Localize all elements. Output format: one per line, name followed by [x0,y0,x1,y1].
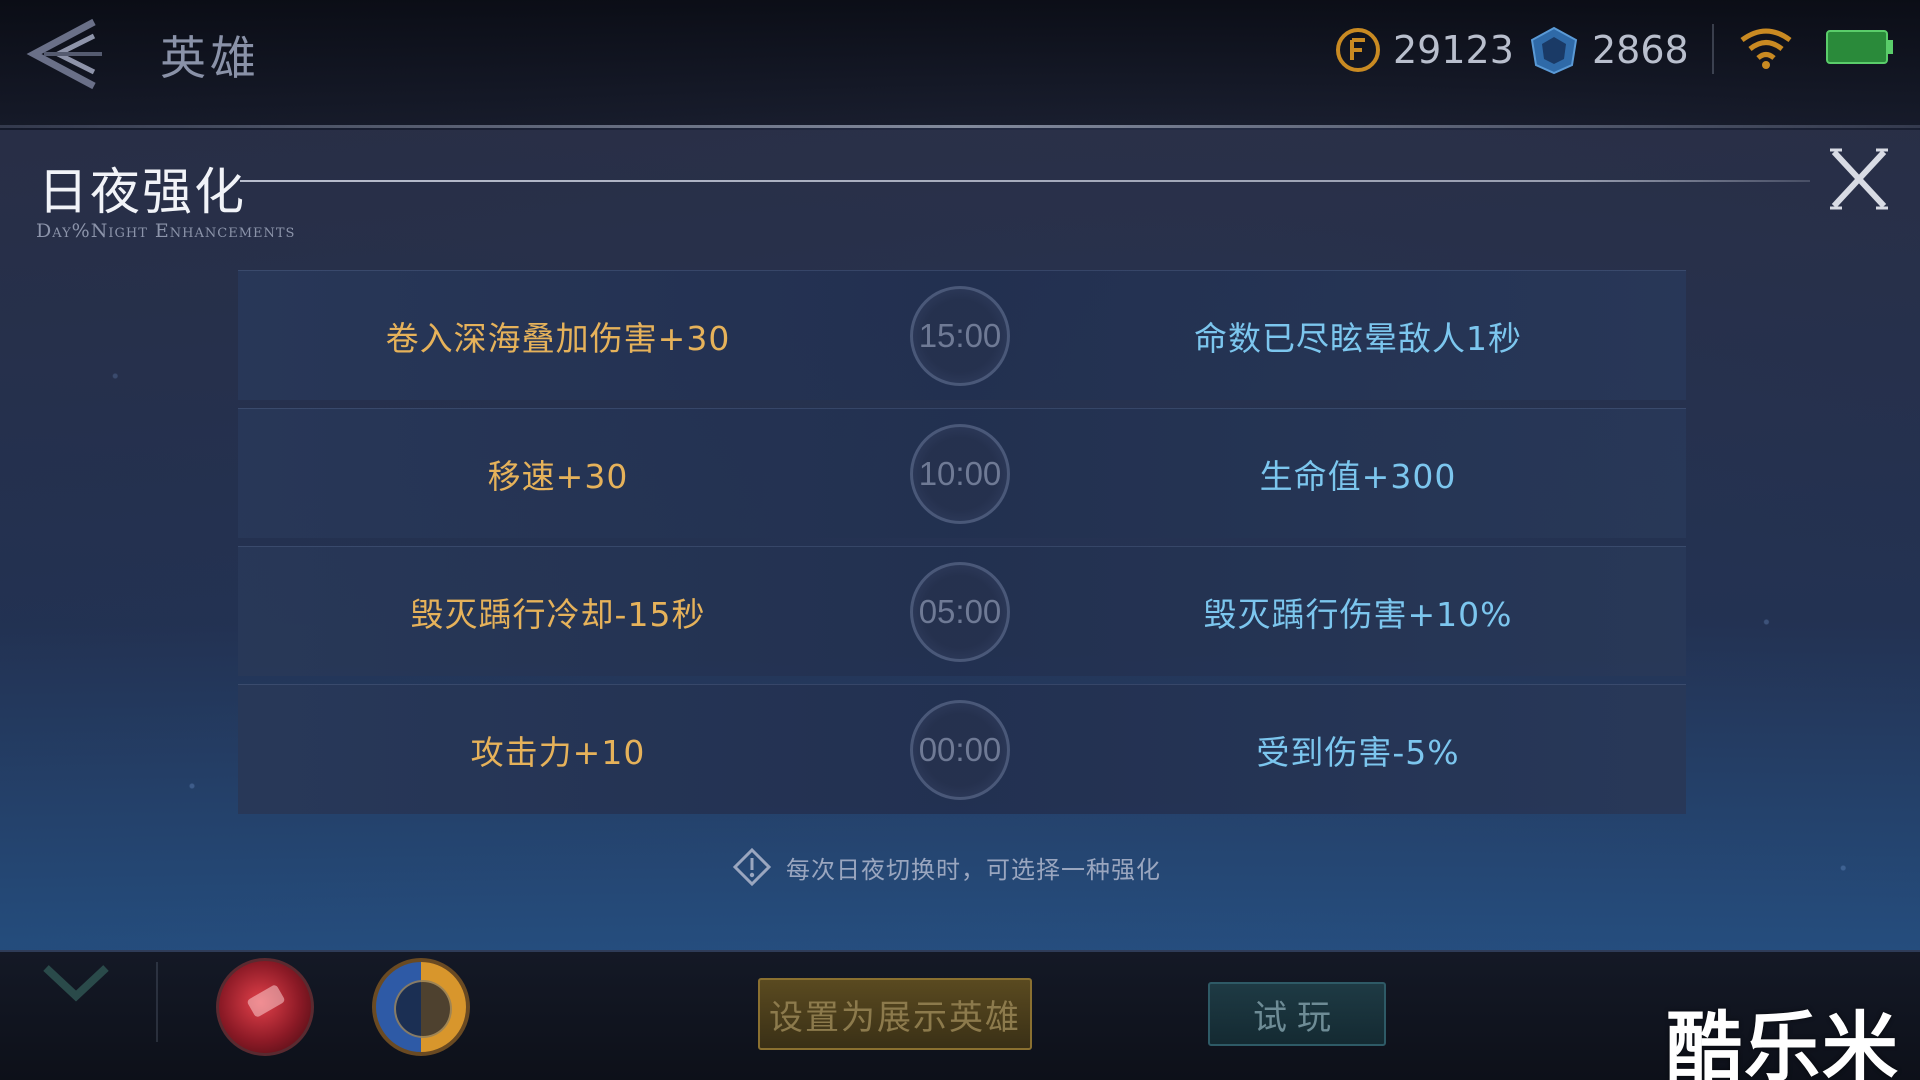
enhancement-row: 攻击力+10 00:00 受到伤害-5% [238,684,1686,814]
night-enhancement: 生命值+300 [1259,457,1457,496]
page-title: 英雄 [160,31,260,85]
time-marker: 15:00 [910,286,1010,386]
watermark: 酷乐米 [1666,1003,1900,1080]
gold-coin-icon [1336,28,1380,72]
wifi-icon [1740,28,1792,69]
bottom-bar: 设置为展示英雄 试玩 [0,950,1920,1080]
gem-amount: 2868 [1592,28,1689,72]
trial-button[interactable]: 试玩 [1208,982,1386,1046]
battery-icon [1826,30,1893,64]
close-button[interactable] [1826,146,1892,212]
set-showcase-hero-button[interactable]: 设置为展示英雄 [758,978,1032,1050]
time-marker: 00:00 [910,700,1010,800]
info-diamond-icon [732,847,772,887]
enhancement-row: 毁灭踽行冷却-15秒 05:00 毁灭踽行伤害+10% [238,546,1686,676]
divider [156,962,158,1042]
day-enhancement: 毁灭踽行冷却-15秒 [410,595,706,634]
hint-text: 每次日夜切换时，可选择一种强化 [732,842,1161,892]
gold-amount: 29123 [1393,28,1514,72]
enhancement-row: 移速+30 10:00 生命值+300 [238,408,1686,538]
time-marker: 05:00 [910,562,1010,662]
night-enhancement: 毁灭踽行伤害+10% [1203,595,1513,634]
enhancement-row: 卷入深海叠加伤害+30 15:00 命数已尽眩晕敌人1秒 [238,270,1686,400]
panel-subtitle: Day%Night Enhancements [36,220,296,242]
day-enhancement: 移速+30 [487,457,629,496]
enhancement-list: 卷入深海叠加伤害+30 15:00 命数已尽眩晕敌人1秒 移速+30 10:00… [238,270,1686,822]
panel-title: 日夜强化 [38,163,246,221]
gold-counter: 29123 [1335,22,1514,78]
night-enhancement: 命数已尽眩晕敌人1秒 [1194,319,1522,358]
night-enhancement: 受到伤害-5% [1256,733,1460,772]
close-icon [1830,148,1888,210]
hint-label: 每次日夜切换时，可选择一种强化 [786,855,1161,884]
back-arrow-icon [26,18,102,90]
gem-icon [1530,26,1578,75]
skill-icon-2[interactable] [372,958,470,1056]
chevron-down-icon [43,965,109,1002]
title-divider [240,180,1810,182]
divider [1712,24,1714,74]
top-bar: 英雄 29123 2868 [0,0,1920,128]
back-button[interactable] [22,14,112,94]
day-enhancement: 卷入深海叠加伤害+30 [385,319,731,358]
skill-icon-1[interactable] [216,958,314,1056]
day-enhancement: 攻击力+10 [470,733,646,772]
time-marker: 10:00 [910,424,1010,524]
gem-counter: 2868 [1528,22,1689,78]
day-night-panel: 日夜强化 Day%Night Enhancements 卷入深海叠加伤害+30 … [0,130,1920,950]
expand-button[interactable] [36,960,116,1020]
